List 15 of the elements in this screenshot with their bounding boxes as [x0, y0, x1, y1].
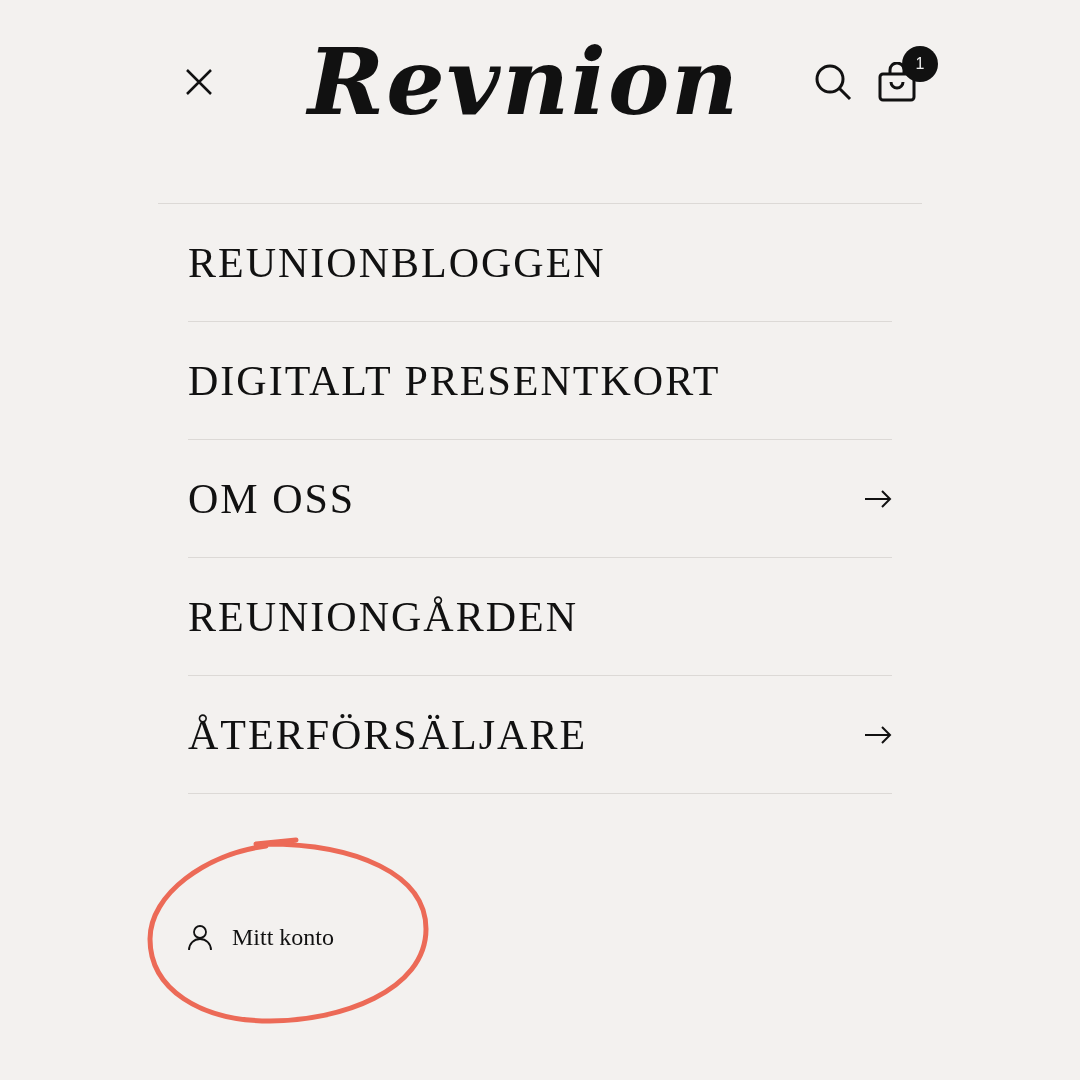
search-icon: [814, 62, 852, 101]
menu-item[interactable]: ÅTERFÖRSÄLJARE: [188, 676, 892, 794]
close-button[interactable]: [184, 66, 214, 97]
close-icon: [184, 66, 214, 97]
menu-item[interactable]: REUNIONGÅRDEN: [188, 558, 892, 676]
user-icon: [188, 924, 212, 951]
bag-icon: [878, 61, 916, 102]
menu-item[interactable]: REUNIONBLOGGEN: [188, 204, 892, 322]
account-link[interactable]: Mitt konto: [188, 924, 334, 951]
logo[interactable]: Revnion: [307, 27, 741, 136]
cart-button[interactable]: 1: [878, 45, 938, 102]
menu-item[interactable]: DIGITALT PRESENTKORT: [188, 322, 892, 440]
search-button[interactable]: [814, 62, 852, 101]
cart-count-badge: 1: [902, 45, 938, 82]
menu-item[interactable]: OM OSS: [188, 440, 892, 558]
